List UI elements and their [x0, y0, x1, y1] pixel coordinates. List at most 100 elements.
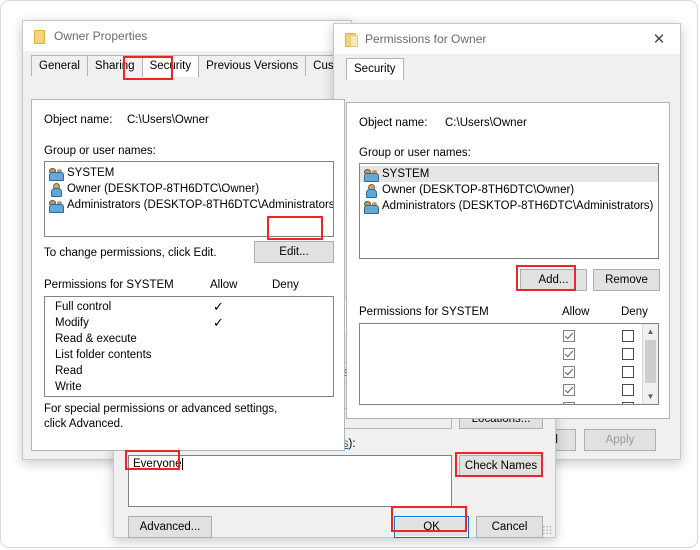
security-tab-panel: Object name: C:\Users\Owner Group or use… [31, 99, 345, 451]
group-or-user-names-label: Group or user names: [44, 145, 156, 157]
group-or-user-names-list[interactable]: SYSTEM Owner (DESKTOP-8TH6DTC\Owner) Adm… [359, 163, 659, 259]
chevron-up-icon[interactable]: ▲ [643, 324, 658, 339]
tab-general[interactable]: General [31, 55, 88, 76]
scrollbar-thumb[interactable] [645, 340, 656, 383]
permissions-titlebar: Permissions for Owner ✕ [334, 24, 680, 54]
folder-icon [344, 32, 357, 46]
group-icon [49, 199, 63, 212]
list-item[interactable]: Administrators (DESKTOP-8TH6DTC\Administ… [45, 197, 333, 213]
cancel-button[interactable]: Cancel [476, 516, 543, 538]
allow-checkbox[interactable] [563, 402, 575, 405]
permission-checkbox-row[interactable] [360, 345, 643, 363]
permissions-title: Permissions for Owner [365, 32, 486, 46]
tab-previous-versions[interactable]: Previous Versions [198, 55, 306, 76]
deny-checkbox[interactable] [622, 348, 634, 360]
object-name-value: C:\Users\Owner [445, 117, 527, 129]
list-item-label: SYSTEM [382, 168, 429, 180]
resize-grip-icon[interactable] [542, 525, 552, 535]
deny-checkbox[interactable] [622, 402, 634, 405]
permissions-apply-button[interactable]: Apply [584, 429, 656, 451]
permission-checkbox-row[interactable] [360, 327, 643, 345]
permissions-checkbox-list[interactable]: ▲ ▼ [359, 323, 659, 405]
permission-row[interactable]: Modify ✓ [45, 315, 333, 331]
owner-properties-window[interactable]: Owner Properties General Sharing Securit… [22, 20, 352, 460]
object-names-value: Everyone [133, 458, 182, 470]
group-icon [364, 200, 378, 213]
permission-name: Read [55, 365, 83, 377]
permissions-header-row: Permissions for SYSTEM Allow Deny [44, 279, 334, 291]
list-item[interactable]: Owner (DESKTOP-8TH6DTC\Owner) [45, 181, 333, 197]
allow-column-header: Allow [210, 279, 237, 291]
tab-sharing[interactable]: Sharing [87, 55, 143, 76]
add-button[interactable]: Add... [520, 269, 587, 291]
permission-row[interactable]: Full control ✓ [45, 299, 333, 315]
edit-button[interactable]: Edit... [254, 241, 334, 263]
owner-properties-tabstrip[interactable]: General Sharing Security Previous Versio… [23, 54, 351, 76]
list-item[interactable]: SYSTEM [45, 165, 333, 181]
permission-name: Full control [55, 301, 111, 313]
allow-checkbox[interactable] [563, 366, 575, 378]
allow-check-mark: ✓ [213, 302, 224, 312]
advanced-button[interactable]: Advanced... [128, 516, 212, 538]
allow-column-header: Allow [562, 306, 589, 318]
allow-check-mark: ✓ [213, 318, 224, 328]
permission-name: Write [55, 381, 82, 393]
close-icon[interactable]: ✕ [638, 25, 680, 54]
group-or-user-names-list[interactable]: SYSTEM Owner (DESKTOP-8TH6DTC\Owner) Adm… [44, 161, 334, 237]
permission-row[interactable]: List folder contents [45, 347, 333, 363]
list-item-label: SYSTEM [67, 167, 114, 179]
permissions-list[interactable]: Full control ✓ Modify ✓ Read & execute L… [44, 296, 334, 397]
deny-column-header: Deny [621, 306, 648, 318]
object-names-input[interactable]: Everyone [128, 455, 452, 507]
tab-security[interactable]: Security [142, 55, 200, 77]
permission-row[interactable]: Read & execute [45, 331, 333, 347]
permission-checkbox-row[interactable] [360, 363, 643, 381]
folder-icon [33, 29, 46, 43]
permissions-tabstrip[interactable]: Security [334, 57, 680, 79]
permissions-for-label: Permissions for SYSTEM [359, 306, 489, 318]
special-permissions-line2: click Advanced. [44, 418, 123, 430]
permission-checkbox-row[interactable] [360, 399, 643, 405]
user-icon [49, 183, 63, 196]
list-item-label: Administrators (DESKTOP-8TH6DTC\Administ… [382, 200, 653, 212]
permissions-for-label: Permissions for SYSTEM [44, 279, 174, 291]
deny-checkbox[interactable] [622, 384, 634, 396]
permission-name: Read & execute [55, 333, 137, 345]
permission-row[interactable]: Write [45, 379, 333, 395]
user-icon [364, 184, 378, 197]
deny-column-header: Deny [272, 279, 299, 291]
list-item[interactable]: Administrators (DESKTOP-8TH6DTC\Administ… [360, 198, 658, 214]
screenshot-root: Owner Properties General Sharing Securit… [0, 0, 700, 550]
group-or-user-names-label: Group or user names: [359, 147, 471, 159]
tab-security[interactable]: Security [346, 58, 404, 80]
remove-button[interactable]: Remove [593, 269, 660, 291]
object-names-label-post: ): [349, 438, 356, 450]
edit-hint-text: To change permissions, click Edit. [44, 247, 217, 259]
text-caret [182, 458, 183, 470]
permission-checkbox-row[interactable] [360, 381, 643, 399]
list-item[interactable]: SYSTEM [360, 166, 658, 182]
permission-name: Modify [55, 317, 89, 329]
list-item[interactable]: Owner (DESKTOP-8TH6DTC\Owner) [360, 182, 658, 198]
allow-checkbox[interactable] [563, 348, 575, 360]
permission-name: List folder contents [55, 349, 152, 361]
object-name-label: Object name: [359, 117, 427, 129]
deny-checkbox[interactable] [622, 330, 634, 342]
check-names-button[interactable]: Check Names [459, 455, 543, 476]
object-name-label: Object name: [44, 114, 112, 126]
special-permissions-line1: For special permissions or advanced sett… [44, 403, 277, 415]
allow-checkbox[interactable] [563, 384, 575, 396]
owner-properties-title: Owner Properties [54, 29, 147, 43]
deny-checkbox[interactable] [622, 366, 634, 378]
group-icon [364, 168, 378, 181]
object-name-value: C:\Users\Owner [127, 114, 209, 126]
permissions-for-owner-window[interactable]: Permissions for Owner ✕ Security Object … [333, 23, 681, 460]
permission-row[interactable]: Read [45, 363, 333, 379]
ok-button[interactable]: OK [394, 516, 469, 538]
permissions-header-row: Permissions for SYSTEM Allow Deny [359, 306, 659, 318]
allow-checkbox[interactable] [563, 330, 575, 342]
list-item-label: Owner (DESKTOP-8TH6DTC\Owner) [382, 184, 574, 196]
list-item-label: Administrators (DESKTOP-8TH6DTC\Administ… [67, 199, 334, 211]
chevron-down-icon[interactable]: ▼ [643, 389, 658, 404]
permissions-scrollbar[interactable]: ▲ ▼ [642, 324, 658, 404]
